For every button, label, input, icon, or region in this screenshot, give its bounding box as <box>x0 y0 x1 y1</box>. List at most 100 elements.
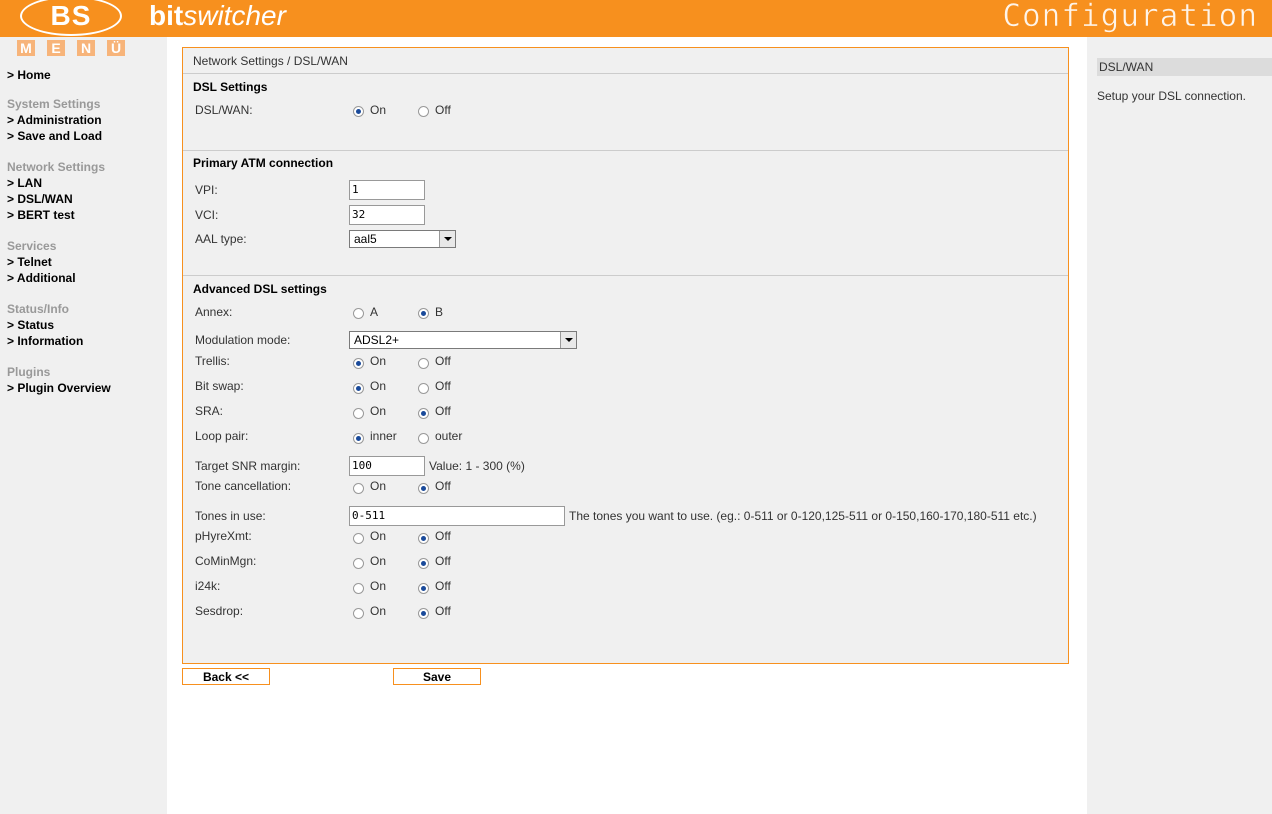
sidebar: MENÜ > Home System Settings > Administra… <box>0 37 167 814</box>
annex-a-radio[interactable] <box>353 308 364 319</box>
bitswap-label: Bit swap: <box>195 379 244 393</box>
snr-margin-hint: Value: 1 - 300 (%) <box>429 459 525 473</box>
section-title-dsl: DSL Settings <box>193 80 268 94</box>
snr-margin-input[interactable]: 100 <box>349 456 425 476</box>
dslwan-off-radio[interactable] <box>418 106 429 117</box>
tone-on-radio[interactable] <box>353 483 364 494</box>
sidebar-item-home[interactable]: > Home <box>7 67 51 83</box>
tones-in-use-hint: The tones you want to use. (eg.: 0-511 o… <box>569 509 1037 523</box>
trellis-off-radio[interactable] <box>418 358 429 369</box>
vci-input[interactable]: 32 <box>349 205 425 225</box>
bitswap-off-radio[interactable] <box>418 383 429 394</box>
i24k-off-label: Off <box>435 579 451 593</box>
sidebar-item-telnet[interactable]: > Telnet <box>7 254 76 270</box>
nav-group-network: Network Settings > LAN > DSL/WAN > BERT … <box>7 159 105 223</box>
sidebar-item-plugin-overview[interactable]: > Plugin Overview <box>7 380 111 396</box>
dslwan-off-label: Off <box>435 103 451 117</box>
sidebar-item-administration[interactable]: > Administration <box>7 112 102 128</box>
cominmgn-label: CoMinMgn: <box>195 554 257 568</box>
dslwan-on-radio[interactable] <box>353 106 364 117</box>
trellis-on-label: On <box>370 354 387 368</box>
bitswap-on-label: On <box>370 379 387 393</box>
nav-heading-services: Services <box>7 239 57 253</box>
tone-off-radio[interactable] <box>418 483 429 494</box>
save-button[interactable]: Save <box>393 668 481 685</box>
cominmgn-off-label: Off <box>435 554 451 568</box>
help-text: Setup your DSL connection. <box>1097 89 1246 103</box>
annex-b-label: B <box>435 305 444 319</box>
brand-bold: bit <box>149 0 184 31</box>
dslwan-on-label: On <box>370 103 387 117</box>
tone-cancellation-label: Tone cancellation: <box>195 479 292 493</box>
nav-heading-system: System Settings <box>7 97 101 111</box>
sesdrop-on-radio[interactable] <box>353 608 364 619</box>
nav-group-services: Services > Telnet > Additional <box>7 238 76 286</box>
vci-label: VCI: <box>195 208 219 222</box>
sidebar-item-dslwan[interactable]: > DSL/WAN <box>7 191 105 207</box>
looppair-inner-radio[interactable] <box>353 433 364 444</box>
sra-off-radio[interactable] <box>418 408 429 419</box>
cominmgn-off-radio[interactable] <box>418 558 429 569</box>
i24k-label: i24k: <box>195 579 221 593</box>
trellis-on-radio[interactable] <box>353 358 364 369</box>
i24k-on-label: On <box>370 579 387 593</box>
menu-letter-n: N <box>77 40 95 56</box>
chevron-down-icon[interactable] <box>439 231 455 247</box>
sidebar-item-additional[interactable]: > Additional <box>7 270 76 286</box>
bs-logo: BS <box>20 0 122 36</box>
vpi-label: VPI: <box>195 183 218 197</box>
i24k-on-radio[interactable] <box>353 583 364 594</box>
aal-type-value: aal5 <box>354 232 377 246</box>
nav-home-group: > Home <box>7 67 51 83</box>
bitswap-on-radio[interactable] <box>353 383 364 394</box>
menu-title: MENÜ <box>17 40 137 56</box>
modulation-label: Modulation mode: <box>195 333 291 347</box>
annex-a-label: A <box>370 305 379 319</box>
sidebar-item-lan[interactable]: > LAN <box>7 175 105 191</box>
modulation-value: ADSL2+ <box>354 333 400 347</box>
phyrexmt-label: pHyreXmt: <box>195 529 252 543</box>
sidebar-item-bert-test[interactable]: > BERT test <box>7 207 105 223</box>
trellis-off-label: Off <box>435 354 451 368</box>
sidebar-item-information[interactable]: > Information <box>7 333 83 349</box>
trellis-label: Trellis: <box>195 354 230 368</box>
i24k-off-radio[interactable] <box>418 583 429 594</box>
divider <box>183 150 1068 151</box>
looppair-inner-label: inner <box>370 429 397 443</box>
aal-type-select[interactable]: aal5 <box>349 230 456 248</box>
sidebar-item-status[interactable]: > Status <box>7 317 83 333</box>
modulation-select[interactable]: ADSL2+ <box>349 331 577 349</box>
tone-on-label: On <box>370 479 387 493</box>
cominmgn-on-label: On <box>370 554 387 568</box>
brand-italic: switcher <box>183 0 286 31</box>
phyrexmt-on-label: On <box>370 529 387 543</box>
sesdrop-label: Sesdrop: <box>195 604 244 618</box>
sesdrop-off-radio[interactable] <box>418 608 429 619</box>
annex-b-radio[interactable] <box>418 308 429 319</box>
menu-letter-u: Ü <box>107 40 125 56</box>
nav-heading-status: Status/Info <box>7 302 69 316</box>
section-title-atm: Primary ATM connection <box>193 156 334 170</box>
page-title: Configuration <box>1002 0 1258 34</box>
nav-group-status: Status/Info > Status > Information <box>7 301 83 349</box>
divider <box>183 275 1068 276</box>
brand-name: bitswitcher <box>149 1 286 31</box>
sra-on-radio[interactable] <box>353 408 364 419</box>
cominmgn-on-radio[interactable] <box>353 558 364 569</box>
vpi-input[interactable]: 1 <box>349 180 425 200</box>
nav-group-system: System Settings > Administration > Save … <box>7 96 102 144</box>
tones-in-use-input[interactable]: 0-511 <box>349 506 565 526</box>
chevron-down-icon[interactable] <box>560 332 576 348</box>
header-bar: BS bitswitcher Configuration <box>0 0 1272 37</box>
sidebar-item-save-and-load[interactable]: > Save and Load <box>7 128 102 144</box>
phyrexmt-on-radio[interactable] <box>353 533 364 544</box>
nav-heading-plugins: Plugins <box>7 365 51 379</box>
phyrexmt-off-radio[interactable] <box>418 533 429 544</box>
nav-group-plugins: Plugins > Plugin Overview <box>7 364 111 396</box>
looppair-outer-radio[interactable] <box>418 433 429 444</box>
help-title: DSL/WAN <box>1097 58 1272 76</box>
menu-letter-m: M <box>17 40 35 56</box>
back-button[interactable]: Back << <box>182 668 270 685</box>
tone-off-label: Off <box>435 479 451 493</box>
aal-type-label: AAL type: <box>195 232 247 246</box>
